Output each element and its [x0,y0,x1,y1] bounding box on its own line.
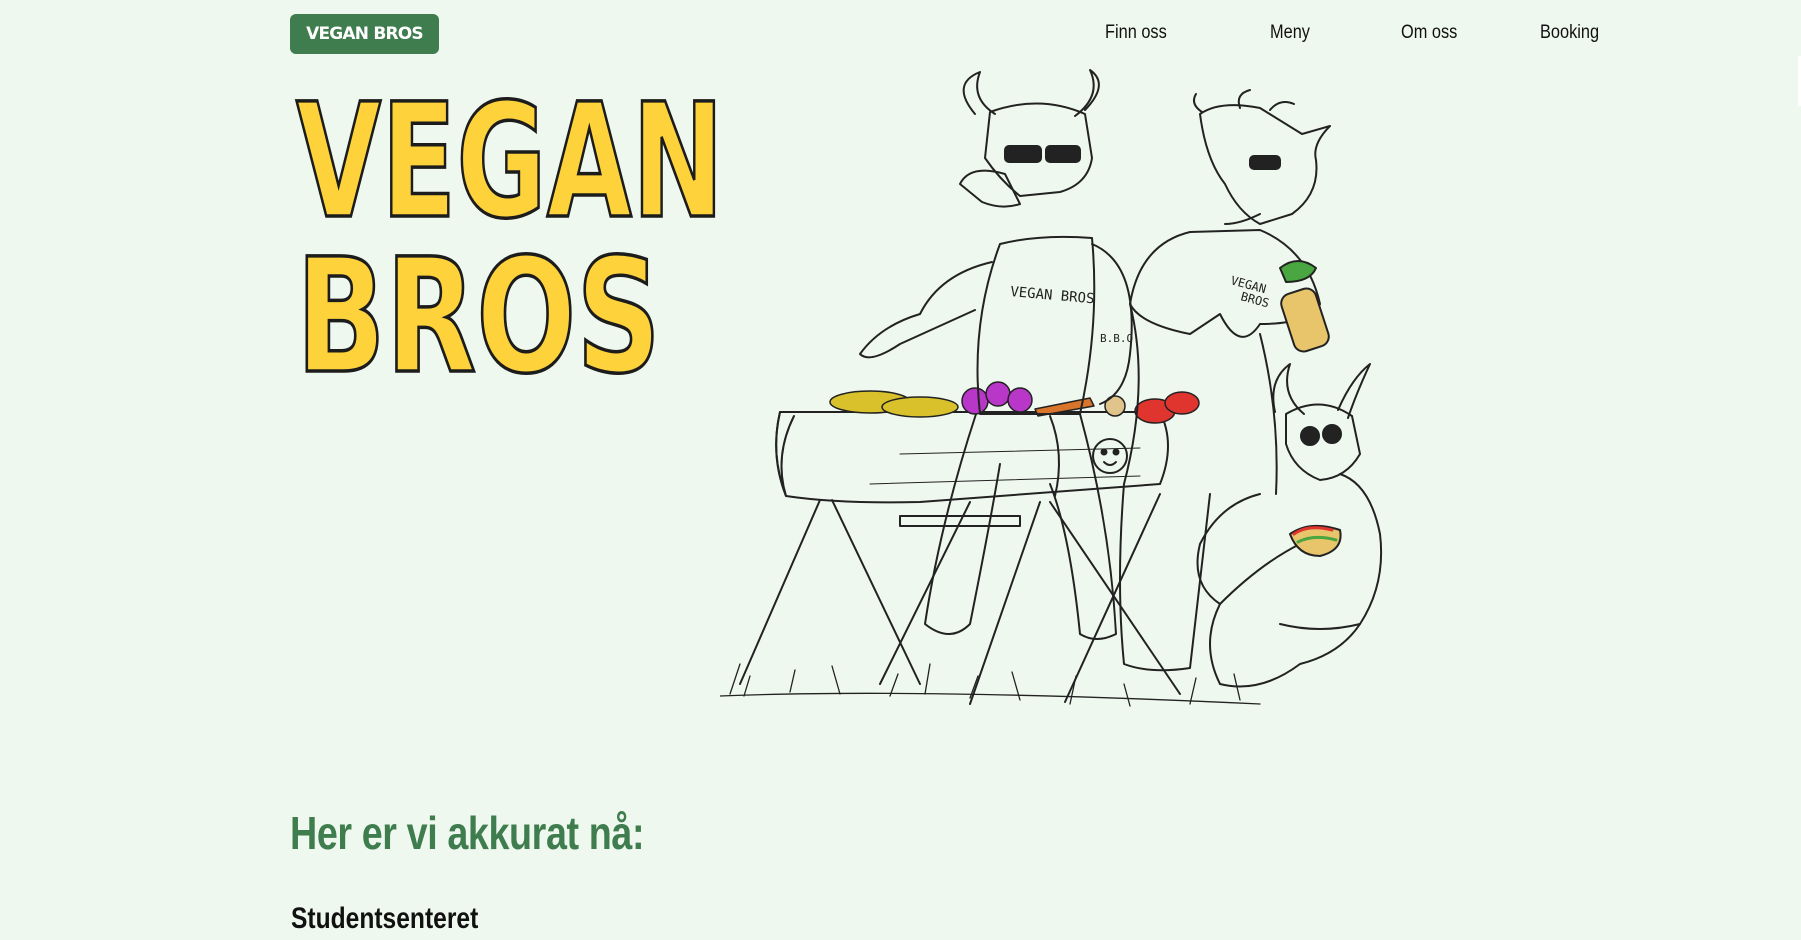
bbq-bros-illustration: VEGAN BROS B.B.Q. VEGAN BROS [719,64,1600,734]
nav-meny[interactable]: Meny [1270,22,1310,44]
nav-finn-oss[interactable]: Finn oss [1105,22,1167,44]
hero-title-logo: VEGAN BROS [292,68,732,411]
grill-vegetables [829,381,1200,424]
current-location-heading: Her er vi akkurat nå: [290,807,645,859]
grill [739,411,1181,705]
bull-character [859,69,1133,640]
apron-text-bull: VEGAN BROS [1010,284,1095,307]
apron-text-boar-2: BROS [1239,289,1271,310]
logo-button[interactable]: VEGAN BROS [290,14,439,54]
nav-om-oss[interactable]: Om oss [1401,22,1457,44]
tattoo-text: B.B.Q. [1100,332,1140,345]
boar-character [1119,89,1331,672]
hero-title-line-2: BROS [296,225,661,378]
current-location-name: Studentsenteret [291,902,479,935]
nav-booking[interactable]: Booking [1540,22,1599,44]
goat-character [1196,363,1383,688]
